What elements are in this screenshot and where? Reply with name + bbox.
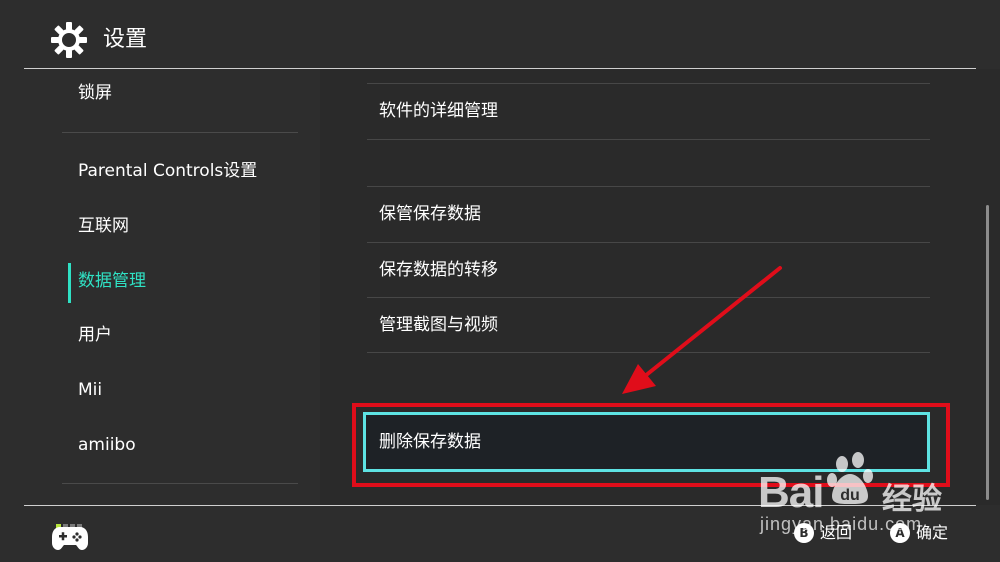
sidebar-item-lock-screen[interactable]: 锁屏 xyxy=(62,69,298,117)
sidebar-item-label: Mii xyxy=(78,380,103,400)
list-item-label: 管理截图与视频 xyxy=(379,315,498,335)
list-item-label: 软件的详细管理 xyxy=(379,101,498,121)
sidebar-item-data-management[interactable]: 数据管理 xyxy=(62,257,298,305)
sidebar-divider xyxy=(62,132,298,133)
watermark-url: jingyan.baidu.com xyxy=(760,514,923,534)
page-title: 设置 xyxy=(103,27,148,52)
list-item-label: 保管保存数据 xyxy=(379,204,481,224)
watermark: Bai du 经验 jingyan.baidu.com xyxy=(750,450,1000,545)
sidebar-item-amiibo[interactable]: amiibo xyxy=(62,421,298,469)
watermark-suffix: 经验 xyxy=(882,482,942,517)
settings-screen: 设置 锁屏 Parental Controls设置 互联网 数据管理 用户 Mi… xyxy=(0,0,1000,562)
list-item-cloud-save-data[interactable]: 保管保存数据 xyxy=(367,187,930,242)
sidebar-divider xyxy=(62,483,298,484)
sidebar-item-users[interactable]: 用户 xyxy=(62,311,298,359)
watermark-brand: Bai xyxy=(758,468,824,517)
sidebar-item-mii[interactable]: Mii xyxy=(62,366,298,414)
sidebar-item-label: 互联网 xyxy=(78,216,129,236)
list-item-software-management[interactable]: 软件的详细管理 xyxy=(367,84,930,139)
annotation-arrow-icon xyxy=(622,266,782,394)
header: 设置 xyxy=(0,0,1000,68)
sidebar-item-label: Parental Controls设置 xyxy=(78,161,258,181)
list-item-label: 保存数据的转移 xyxy=(379,260,498,280)
sidebar-item-label: 锁屏 xyxy=(78,83,112,103)
sidebar-item-label: 用户 xyxy=(78,325,112,345)
sidebar-item-label: amiibo xyxy=(78,435,136,455)
controller-icon xyxy=(52,527,88,550)
sidebar-item-internet[interactable]: 互联网 xyxy=(62,202,298,250)
gear-icon xyxy=(51,22,87,58)
svg-text:du: du xyxy=(840,487,860,504)
sidebar-item-parental-controls[interactable]: Parental Controls设置 xyxy=(62,147,298,195)
list-divider xyxy=(367,139,930,140)
sidebar: 锁屏 Parental Controls设置 互联网 数据管理 用户 Mii a… xyxy=(0,69,320,505)
sidebar-item-label: 数据管理 xyxy=(78,271,146,291)
